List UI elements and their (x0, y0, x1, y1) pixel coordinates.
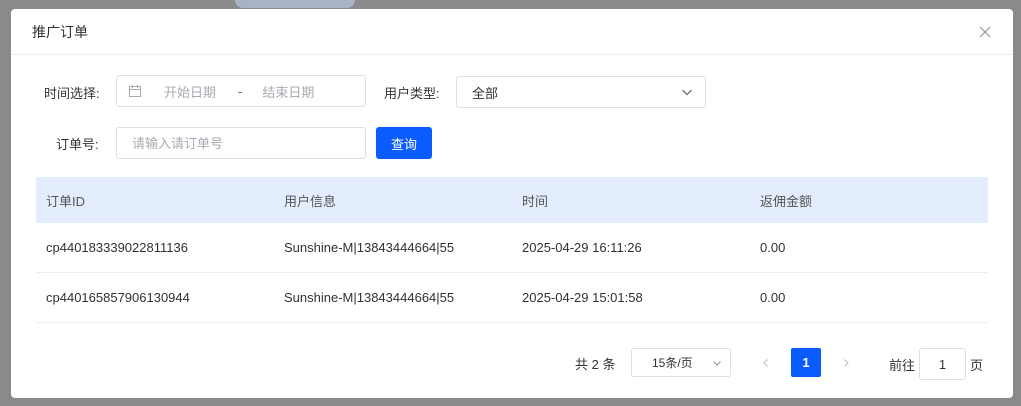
col-order-id: 订单ID (46, 193, 86, 209)
goto-page-input[interactable] (919, 348, 966, 380)
promo-orders-dialog: 推广订单 时间选择: 开始日期 - 结束日期 用户类型: 全部 订单号: 查询 … (11, 9, 1013, 398)
calendar-icon (129, 85, 141, 97)
col-user-info: 用户信息 (284, 193, 337, 209)
chevron-right-icon (844, 358, 849, 367)
end-date-input[interactable]: 结束日期 (262, 82, 314, 101)
user-type-value: 全部 (472, 85, 499, 101)
table-row: cp440183339022811136 Sunshine-M|13843444… (36, 223, 988, 273)
close-button[interactable] (977, 24, 993, 40)
page-size-value: 15条/页 (652, 356, 693, 370)
pagination: 共 2 条 15条/页 1 前往 页 (11, 348, 1013, 380)
col-time: 时间 (522, 193, 549, 209)
user-info-cell: Sunshine-M|13843444664|55 (284, 240, 455, 255)
dialog-header: 推广订单 (11, 9, 1013, 55)
close-icon (979, 26, 991, 37)
user-info-cell: Sunshine-M|13843444664|55 (284, 290, 455, 305)
time-label: 时间选择: (44, 86, 100, 101)
order-id-cell: cp440165857906130944 (46, 290, 190, 305)
dialog-title: 推广订单 (32, 23, 88, 40)
date-range-picker[interactable]: 开始日期 - 结束日期 (116, 75, 366, 107)
next-page-button[interactable] (831, 348, 861, 377)
goto-label: 前往 (889, 358, 916, 373)
table-row: cp440165857906130944 Sunshine-M|13843444… (36, 273, 988, 323)
start-date-input[interactable]: 开始日期 (164, 82, 216, 101)
order-no-label: 订单号: (56, 137, 99, 152)
page-size-select[interactable]: 15条/页 (631, 348, 731, 377)
page-number-current[interactable]: 1 (791, 348, 821, 377)
commission-cell: 0.00 (760, 240, 786, 255)
search-button[interactable]: 查询 (376, 127, 432, 159)
range-separator: - (238, 83, 243, 99)
time-cell: 2025-04-29 15:01:58 (522, 290, 643, 305)
chevron-down-icon (682, 89, 692, 96)
chevron-down-icon (713, 360, 721, 366)
order-no-input[interactable] (116, 127, 366, 159)
background-tab (235, 0, 355, 8)
chevron-left-icon (763, 358, 768, 367)
prev-page-button[interactable] (751, 348, 781, 377)
orders-table: 订单ID 用户信息 时间 返佣金额 cp440183339022811136 S… (36, 177, 988, 323)
col-commission: 返佣金额 (760, 193, 813, 209)
commission-cell: 0.00 (760, 290, 786, 305)
time-cell: 2025-04-29 16:11:26 (522, 240, 642, 255)
user-type-label: 用户类型: (384, 86, 440, 101)
table-header: 订单ID 用户信息 时间 返佣金额 (36, 177, 988, 223)
page-unit-label: 页 (970, 358, 984, 373)
user-type-select[interactable]: 全部 (456, 76, 706, 108)
order-id-cell: cp440183339022811136 (46, 240, 188, 255)
total-count: 共 2 条 (575, 357, 616, 372)
